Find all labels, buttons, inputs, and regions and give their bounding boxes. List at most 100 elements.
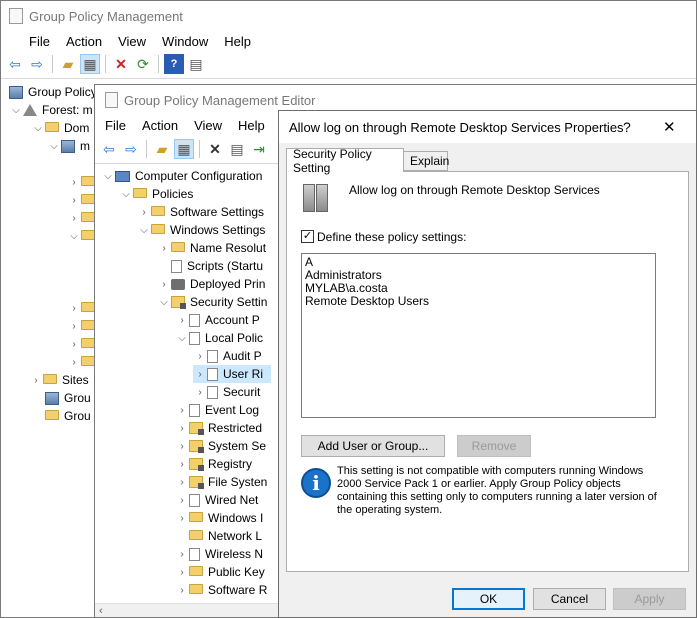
tree-item-wired-network[interactable]: › Wired Net xyxy=(175,491,258,509)
remove-button[interactable]: Remove xyxy=(457,435,531,457)
chevron-right-icon[interactable]: › xyxy=(175,423,189,434)
chevron-right-icon[interactable]: › xyxy=(29,375,43,386)
gpm-menu-view[interactable]: View xyxy=(110,34,154,49)
tree-item-forest[interactable]: ⌵ Forest: m xyxy=(9,101,92,119)
chevron-right-icon[interactable]: › xyxy=(175,495,189,506)
chevron-down-icon[interactable]: ⌵ xyxy=(9,105,23,116)
chevron-right-icon[interactable]: › xyxy=(175,585,189,596)
gpm-menu-help[interactable]: Help xyxy=(216,34,259,49)
tree-item-security-settings[interactable]: ⌵ Security Settin xyxy=(157,293,267,311)
chevron-right-icon[interactable]: › xyxy=(67,195,81,206)
chevron-right-icon[interactable]: › xyxy=(67,321,81,332)
tree-item-policies[interactable]: ⌵ Policies xyxy=(119,185,193,203)
tree-item-domain[interactable]: ⌵ m xyxy=(47,137,90,155)
gpme-menu-view[interactable]: View xyxy=(186,118,230,133)
chevron-right-icon[interactable]: › xyxy=(175,477,189,488)
tree-item-audit-policy[interactable]: › Audit P xyxy=(193,347,261,365)
tab-security-policy-setting[interactable]: Security Policy Setting xyxy=(286,147,404,175)
tree-item-sites[interactable]: › Sites xyxy=(29,371,88,389)
tree-item-security-options[interactable]: › Securit xyxy=(193,383,260,401)
add-user-or-group-button[interactable]: Add User or Group... xyxy=(301,435,445,457)
chevron-right-icon[interactable]: › xyxy=(137,207,151,218)
tree-item-software-restriction[interactable]: › Software R xyxy=(175,581,267,599)
chevron-right-icon[interactable]: › xyxy=(175,441,189,452)
chevron-right-icon[interactable]: › xyxy=(67,177,81,188)
export-list-icon[interactable]: ⇥ xyxy=(249,139,269,159)
ok-button[interactable]: OK xyxy=(452,588,525,610)
tree-item-file-system[interactable]: › File Systen xyxy=(175,473,267,491)
gpm-menu-file[interactable]: File xyxy=(21,34,58,49)
cancel-button[interactable]: Cancel xyxy=(533,588,606,610)
tree-item-computer-configuration[interactable]: ⌵ Computer Configuration xyxy=(101,167,262,185)
tree-item-local-policies[interactable]: ⌵ Local Polic xyxy=(175,329,263,347)
scroll-left-icon[interactable]: ‹ xyxy=(99,605,103,617)
tree-item-registry[interactable]: › Registry xyxy=(175,455,252,473)
accounts-listbox[interactable]: A Administrators MYLAB\a.costa Remote De… xyxy=(301,253,656,418)
chevron-right-icon[interactable]: › xyxy=(175,567,189,578)
tree-item-user-rights-assignment[interactable]: › User Ri xyxy=(193,365,271,383)
chevron-right-icon[interactable]: › xyxy=(67,339,81,350)
chevron-right-icon[interactable]: › xyxy=(157,279,171,290)
tree-item-wireless-network[interactable]: › Wireless N xyxy=(175,545,263,563)
tree-item-event-log[interactable]: › Event Log xyxy=(175,401,259,419)
show-hide-tree-icon[interactable]: ▦ xyxy=(80,54,100,74)
chevron-right-icon[interactable]: › xyxy=(67,357,81,368)
chevron-down-icon[interactable]: ⌵ xyxy=(31,123,45,134)
back-arrow-icon[interactable]: ⇦ xyxy=(5,54,25,74)
chevron-right-icon[interactable]: › xyxy=(175,405,189,416)
define-policy-checkbox[interactable]: ✓ xyxy=(301,230,314,243)
tree-item-software-settings[interactable]: › Software Settings xyxy=(137,203,264,221)
chevron-down-icon[interactable]: ⌵ xyxy=(101,171,115,182)
tree-item-account-policies[interactable]: › Account P xyxy=(175,311,259,329)
gpme-menu-file[interactable]: File xyxy=(97,118,134,133)
gpm-menu-window[interactable]: Window xyxy=(154,34,216,49)
tree-item-group-policy-modeling[interactable]: Grou xyxy=(45,389,91,407)
tree-item-group-policy[interactable]: Group Policy xyxy=(9,83,97,101)
delete-icon[interactable]: ✕ xyxy=(205,139,225,159)
tree-item-name-resolution[interactable]: › Name Resolut xyxy=(157,239,266,257)
tree-item-restricted-groups[interactable]: › Restricted xyxy=(175,419,262,437)
properties-icon[interactable]: ▤ xyxy=(227,139,247,159)
tree-item-windows-firewall[interactable]: › Windows I xyxy=(175,509,263,527)
tab-explain[interactable]: Explain xyxy=(404,151,449,171)
chevron-right-icon[interactable]: › xyxy=(175,315,189,326)
refresh-icon[interactable]: ⟳ xyxy=(133,54,153,74)
chevron-down-icon[interactable]: ⌵ xyxy=(119,189,133,200)
gpm-menu-action[interactable]: Action xyxy=(58,34,110,49)
chevron-right-icon[interactable]: › xyxy=(193,369,207,380)
account-item[interactable]: Remote Desktop Users xyxy=(305,295,652,308)
chevron-right-icon[interactable]: › xyxy=(175,513,189,524)
tree-item-public-key[interactable]: › Public Key xyxy=(175,563,264,581)
dialog-close-button[interactable]: ✕ xyxy=(663,118,676,136)
tree-item-deployed-printers[interactable]: › Deployed Prin xyxy=(157,275,265,293)
chevron-down-icon[interactable]: ⌵ xyxy=(47,141,61,152)
chevron-right-icon[interactable]: › xyxy=(193,387,207,398)
delete-icon[interactable]: ✕ xyxy=(111,54,131,74)
show-hide-tree-icon[interactable]: ▦ xyxy=(174,139,194,159)
forward-arrow-icon[interactable]: ⇨ xyxy=(121,139,141,159)
gpme-menu-help[interactable]: Help xyxy=(230,118,273,133)
chevron-right-icon[interactable]: › xyxy=(67,303,81,314)
tree-item-scripts[interactable]: Scripts (Startu xyxy=(157,257,263,275)
back-arrow-icon[interactable]: ⇦ xyxy=(99,139,119,159)
chevron-down-icon[interactable]: ⌵ xyxy=(137,225,151,236)
help-icon[interactable]: ? xyxy=(164,54,184,74)
chevron-down-icon[interactable]: ⌵ xyxy=(157,297,171,308)
chevron-down-icon[interactable]: ⌵ xyxy=(67,231,81,242)
up-folder-icon[interactable]: ▰ xyxy=(58,54,78,74)
chevron-down-icon[interactable]: ⌵ xyxy=(175,333,189,344)
chevron-right-icon[interactable]: › xyxy=(157,243,171,254)
tree-item-group-policy-results[interactable]: Grou xyxy=(45,407,91,425)
apply-button[interactable]: Apply xyxy=(613,588,686,610)
tree-item-windows-settings[interactable]: ⌵ Windows Settings xyxy=(137,221,265,239)
chevron-right-icon[interactable]: › xyxy=(67,213,81,224)
up-folder-icon[interactable]: ▰ xyxy=(152,139,172,159)
chevron-right-icon[interactable]: › xyxy=(175,459,189,470)
tree-item-network-list[interactable]: Network L xyxy=(175,527,262,545)
dialog-help-button[interactable]: ? xyxy=(623,119,631,135)
forward-arrow-icon[interactable]: ⇨ xyxy=(27,54,47,74)
chevron-right-icon[interactable]: › xyxy=(175,549,189,560)
properties-icon[interactable]: ▤ xyxy=(186,54,206,74)
chevron-right-icon[interactable]: › xyxy=(193,351,207,362)
gpme-tree-hscrollbar[interactable]: ‹ xyxy=(95,603,279,617)
